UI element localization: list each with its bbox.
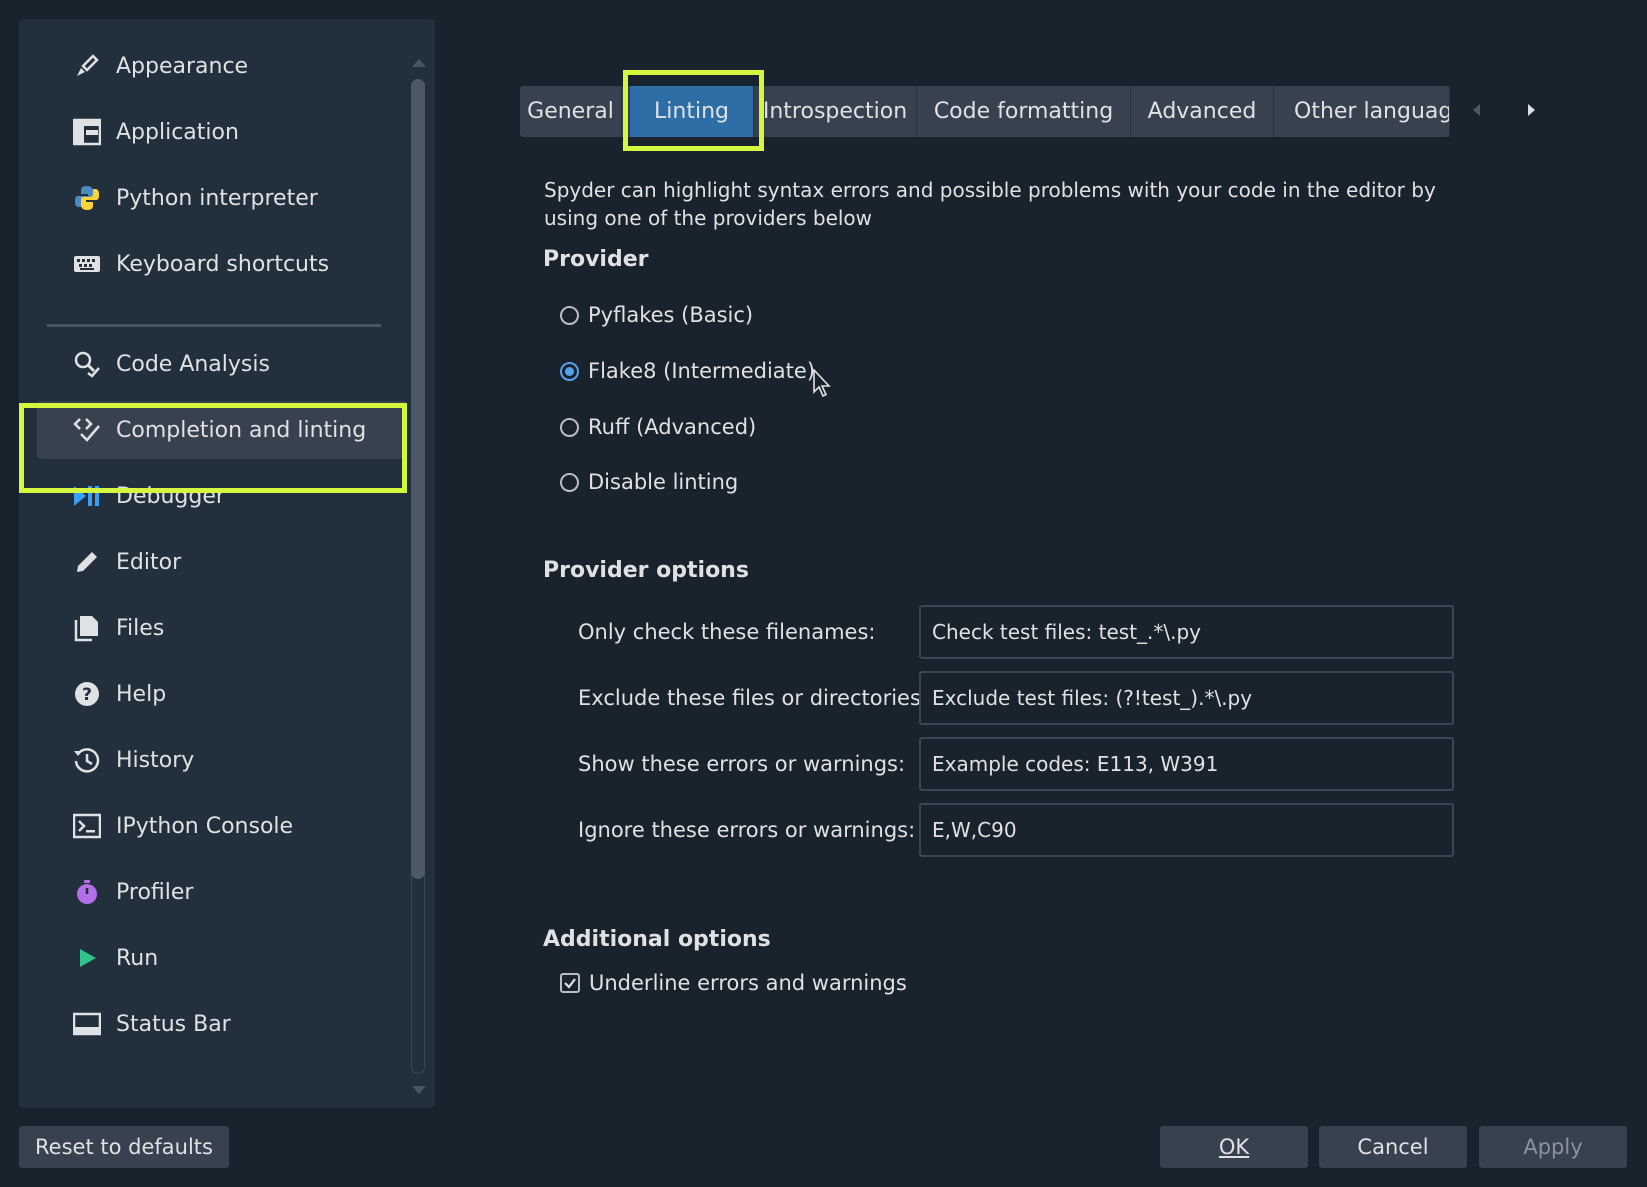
tab-general[interactable]: General [520,86,622,137]
sidebar-item-label: Debugger [116,483,225,509]
ignore-errors-input[interactable] [919,803,1454,857]
sidebar-item-code-analysis[interactable]: Code Analysis [37,335,407,393]
provider-options-title: Provider options [543,558,749,583]
scrollbar-thumb[interactable] [411,79,425,879]
tab-introspection[interactable]: Introspection [754,86,917,137]
sidebar-item-label: IPython Console [116,813,294,839]
tab-scroll-right-icon[interactable] [1528,104,1535,116]
ignore-errors-label: Ignore these errors or warnings: [578,818,916,842]
sidebar-item-files[interactable]: Files [37,599,407,657]
application-layout-icon [72,117,102,147]
code-analysis-icon [72,349,102,379]
radio-pyflakes[interactable]: Pyflakes (Basic) [560,300,753,330]
svg-text:?: ? [82,685,92,705]
exclude-files-input[interactable] [919,671,1454,725]
sidebar-item-label: Python interpreter [116,185,318,211]
sidebar-item-keyboard-shortcuts[interactable]: Keyboard shortcuts [37,235,407,293]
paintbrush-icon [72,51,102,81]
sidebar-item-help[interactable]: ? Help [37,665,407,723]
run-icon [72,943,102,973]
radio-label: Disable linting [588,470,739,494]
only-check-filenames-label: Only check these filenames: [578,620,876,644]
sidebar-scrollbar[interactable] [408,59,428,1094]
radio-label: Ruff (Advanced) [588,415,757,439]
scroll-down-arrow-icon[interactable] [412,1086,426,1094]
history-icon [72,745,102,775]
radio-flake8[interactable]: Flake8 (Intermediate) [560,356,815,386]
python-icon [72,183,102,213]
radio-label: Flake8 (Intermediate) [588,359,816,383]
underline-errors-option[interactable]: Underline errors and warnings [560,968,907,998]
sidebar-item-label: Application [116,119,239,145]
show-errors-label: Show these errors or warnings: [578,752,906,776]
sidebar-item-label: Files [116,615,165,641]
reset-to-defaults-button[interactable]: Reset to defaults [19,1126,229,1168]
underline-errors-checkbox[interactable] [560,973,580,993]
underline-errors-label: Underline errors and warnings [589,971,907,995]
tab-code-formatting[interactable]: Code formatting [917,86,1131,137]
console-icon [72,811,102,841]
cancel-button[interactable]: Cancel [1319,1126,1467,1168]
radio-button[interactable] [560,417,579,437]
sidebar-item-label: Editor [116,549,182,575]
scroll-up-arrow-icon[interactable] [412,59,426,67]
sidebar-item-label: Help [116,681,167,707]
exclude-files-label: Exclude these files or directories: [578,686,928,710]
checkmark-icon [564,978,576,989]
show-errors-input[interactable] [919,737,1454,791]
help-icon: ? [72,679,102,709]
ok-button[interactable]: OK [1160,1126,1308,1168]
sidebar-item-run[interactable]: Run [37,929,407,987]
additional-options-title: Additional options [543,927,771,952]
sidebar-item-status-bar[interactable]: Status Bar [37,995,407,1053]
provider-section-title: Provider [543,247,649,272]
sidebar-item-debugger[interactable]: Debugger [37,467,407,525]
apply-button[interactable]: Apply [1479,1126,1627,1168]
sidebar-item-label: Profiler [116,879,194,905]
radio-label: Pyflakes (Basic) [588,303,754,327]
keyboard-icon [72,249,102,279]
files-icon [72,613,102,643]
radio-ruff[interactable]: Ruff (Advanced) [560,412,756,442]
sidebar-item-label: Status Bar [116,1011,231,1037]
sidebar-divider [47,324,381,327]
profiler-icon [72,877,102,907]
sidebar-item-label: Appearance [116,53,249,79]
sidebar-item-label: Keyboard shortcuts [116,251,330,277]
sidebar-item-label: Code Analysis [116,351,270,377]
mouse-cursor-icon [813,369,831,398]
tab-other-languages[interactable]: Other languag [1274,86,1450,137]
tab-advanced[interactable]: Advanced [1131,86,1274,137]
sidebar-item-label: Completion and linting [116,417,367,443]
sidebar-item-completion-and-linting[interactable]: Completion and linting [37,401,407,459]
radio-button[interactable] [560,472,579,492]
tab-linting[interactable]: Linting [630,86,754,137]
sidebar-item-profiler[interactable]: Profiler [37,863,407,921]
radio-button[interactable] [560,305,579,325]
sidebar-item-ipython-console[interactable]: IPython Console [37,797,407,855]
completion-icon [72,415,102,445]
pencil-icon [72,547,102,577]
status-bar-icon [72,1009,102,1039]
sidebar-item-label: Run [116,945,159,971]
radio-disable-linting[interactable]: Disable linting [560,467,738,497]
debugger-icon [72,481,102,511]
tab-bar: General Linting Introspection Code forma… [520,86,1450,137]
linting-description: Spyder can highlight syntax errors and p… [544,178,1436,230]
sidebar-item-label: History [116,747,195,773]
only-check-filenames-input[interactable] [919,605,1454,659]
sidebar-item-history[interactable]: History [37,731,407,789]
sidebar-item-appearance[interactable]: Appearance [37,37,407,95]
sidebar-item-application[interactable]: Application [37,103,407,161]
sidebar-item-python-interpreter[interactable]: Python interpreter [37,169,407,227]
tab-scroll-left-icon[interactable] [1473,104,1480,116]
preferences-sidebar: Appearance Application Python interprete… [19,19,435,1108]
sidebar-item-editor[interactable]: Editor [37,533,407,591]
radio-button[interactable] [560,361,579,381]
